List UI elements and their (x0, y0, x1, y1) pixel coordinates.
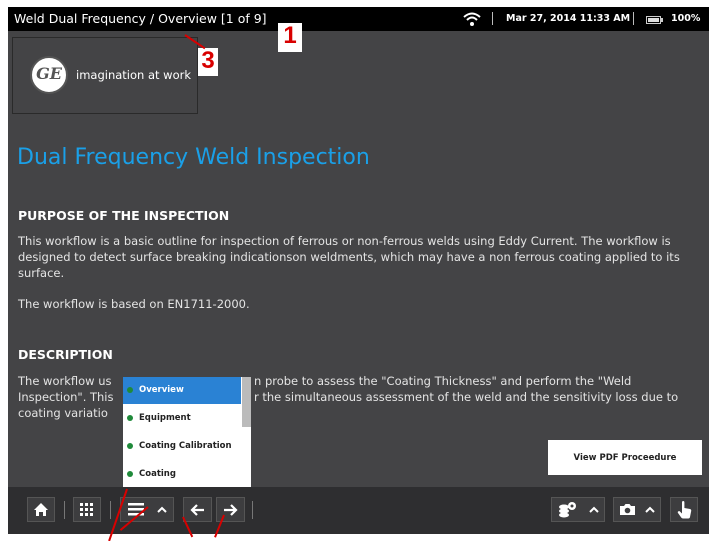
previous-step-button[interactable] (183, 497, 212, 522)
battery-percent: 100% (671, 13, 701, 24)
status-dot-icon (127, 471, 133, 477)
arrow-right-icon (224, 503, 238, 516)
standard-paragraph: The workflow is based on EN1711-2000. (18, 297, 250, 311)
document-title: Dual Frequency Weld Inspection (17, 145, 370, 170)
description-text: r the simultaneous assessment of the wel… (254, 390, 679, 404)
home-icon (34, 503, 48, 516)
status-bar: Weld Dual Frequency / Overview [1 of 9] … (8, 7, 709, 31)
breadcrumb-title: Weld Dual Frequency / Overview [1 of 9] (14, 11, 267, 26)
description-text: Inspection". This (18, 390, 114, 404)
description-text: n probe to assess the "Coating Thickness… (254, 374, 632, 388)
chevron-up-icon (645, 506, 655, 513)
status-dot-icon (127, 443, 133, 449)
arrow-left-icon (190, 503, 204, 516)
menu-item-coating-calibration[interactable]: Coating Calibration (123, 433, 241, 460)
callout-1-label: 1 (278, 23, 302, 52)
menu-scrollbar[interactable] (242, 377, 251, 427)
description-heading: DESCRIPTION (18, 347, 113, 362)
wifi-icon (463, 12, 481, 26)
status-divider (633, 12, 634, 25)
chevron-up-icon (588, 506, 599, 513)
view-pdf-button[interactable]: View PDF Proceedure (548, 440, 702, 475)
battery-icon (646, 16, 663, 24)
menu-item-equipment[interactable]: Equipment (123, 405, 241, 432)
workflow-menu-button[interactable] (120, 497, 174, 522)
toolbar-divider (110, 501, 111, 519)
status-divider (492, 12, 493, 25)
menu-item-label: Overview (139, 385, 184, 395)
touch-mode-button[interactable] (670, 497, 698, 522)
status-dot-icon (127, 387, 133, 393)
logo-tagline: imagination at work (76, 68, 191, 82)
grid-icon (80, 502, 93, 516)
status-dot-icon (127, 415, 133, 421)
toolbar-divider (64, 501, 65, 519)
description-text: The workflow us (18, 374, 112, 388)
camera-button[interactable] (613, 497, 661, 522)
chevron-up-icon (156, 506, 167, 513)
description-text: coating variatio (18, 406, 108, 420)
menu-item-label: Coating Calibration (139, 441, 232, 451)
status-datetime: Mar 27, 2014 11:33 AM (506, 13, 631, 24)
ge-monogram-icon: GE (30, 56, 68, 94)
touch-hand-icon (677, 500, 691, 518)
menu-item-coating-measurement[interactable]: Coating Measurement (123, 461, 241, 488)
apps-button[interactable] (73, 497, 101, 522)
menu-item-overview[interactable]: Overview (123, 377, 241, 404)
toolbar-divider (252, 501, 253, 519)
purpose-paragraph: This workflow is a basic outline for ins… (18, 234, 680, 280)
callout-3-label: 3 (198, 48, 218, 76)
settings-button[interactable] (551, 497, 605, 522)
purpose-heading: PURPOSE OF THE INSPECTION (18, 208, 230, 223)
workflow-step-menu: Overview Equipment Coating Calibration C… (123, 377, 251, 489)
settings-icon (558, 501, 576, 517)
menu-item-label: Equipment (139, 413, 191, 423)
camera-icon (619, 504, 635, 515)
ge-logo-banner: GE imagination at work (12, 37, 198, 114)
home-button[interactable] (27, 497, 55, 522)
menu-item-label: Coating Measurement (139, 469, 176, 479)
app-window: Weld Dual Frequency / Overview [1 of 9] … (8, 7, 709, 534)
